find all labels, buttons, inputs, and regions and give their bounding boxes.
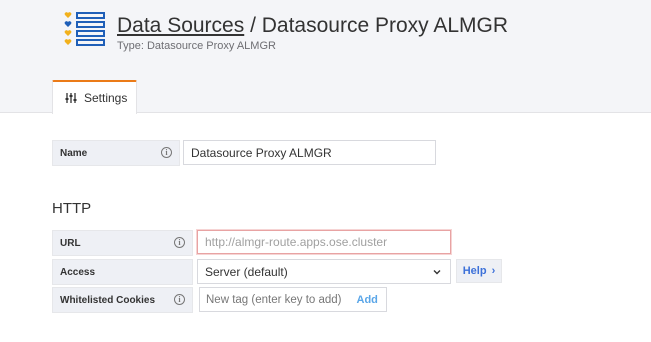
tab-settings[interactable]: Settings [52, 80, 137, 114]
name-label: Name i [52, 140, 180, 166]
name-field[interactable]: Datasource Proxy ALMGR [183, 140, 436, 165]
heart-list-icon [64, 12, 105, 46]
info-icon[interactable]: i [161, 147, 172, 158]
url-label: URL i [52, 230, 193, 256]
info-icon[interactable]: i [174, 237, 185, 248]
datasource-title: Datasource Proxy ALMGR [261, 14, 509, 37]
name-label-text: Name [60, 147, 88, 159]
whitelisted-cookies-label: Whitelisted Cookies i [52, 287, 193, 313]
access-label: Access [52, 259, 193, 285]
access-select[interactable]: Server (default) [197, 259, 451, 284]
whitelisted-cookies-label-text: Whitelisted Cookies [60, 294, 156, 306]
url-input[interactable]: http://almgr-route.apps.ose.cluster [197, 230, 451, 254]
tag-input[interactable]: New tag (enter key to add) Add [199, 287, 387, 312]
chevron-down-icon [433, 270, 441, 275]
chevron-right-icon: › [491, 265, 496, 277]
access-select-value: Server (default) [205, 264, 288, 279]
sliders-icon [65, 93, 77, 103]
tab-settings-label: Settings [84, 91, 128, 105]
http-section-title: HTTP [52, 200, 92, 217]
help-button[interactable]: Help › [456, 259, 502, 283]
url-label-text: URL [60, 237, 81, 249]
add-tag-button[interactable]: Add [357, 294, 378, 306]
access-label-text: Access [60, 266, 96, 278]
info-icon[interactable]: i [174, 294, 185, 305]
tag-input-placeholder[interactable]: New tag (enter key to add) [206, 294, 342, 306]
help-button-label: Help [462, 265, 487, 277]
page-title: Data Sources / Datasource Proxy ALMGR [117, 14, 508, 38]
breadcrumb-data-sources-link[interactable]: Data Sources [117, 14, 244, 37]
breadcrumb-separator: / [244, 14, 262, 37]
page-header: Data Sources / Datasource Proxy ALMGR Ty… [0, 0, 651, 114]
page-subtitle: Type: Datasource Proxy ALMGR [117, 40, 276, 52]
